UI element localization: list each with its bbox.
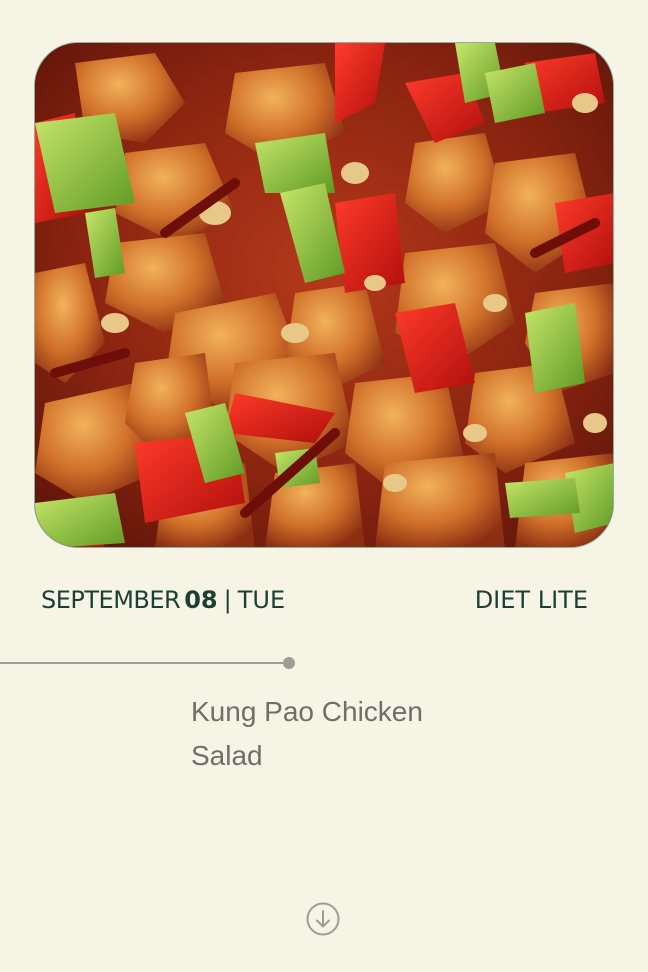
date-separator: |	[223, 586, 232, 614]
date-day: 08	[184, 586, 218, 614]
arrow-down-circle-icon	[306, 902, 340, 936]
date-weekday: TUE	[237, 586, 286, 614]
diet-plan-label: DIET LITE	[474, 586, 588, 614]
meal-hero-image	[34, 42, 614, 548]
meal-name: Kung Pao Chicken Salad	[191, 696, 423, 771]
meal-photo	[35, 43, 613, 547]
timeline-dot	[283, 657, 295, 669]
scroll-down-button[interactable]	[306, 902, 340, 936]
timeline-line	[0, 662, 290, 664]
date-row: SEPTEMBER 08 | TUE	[41, 586, 285, 614]
date-month: SEPTEMBER	[41, 586, 181, 614]
